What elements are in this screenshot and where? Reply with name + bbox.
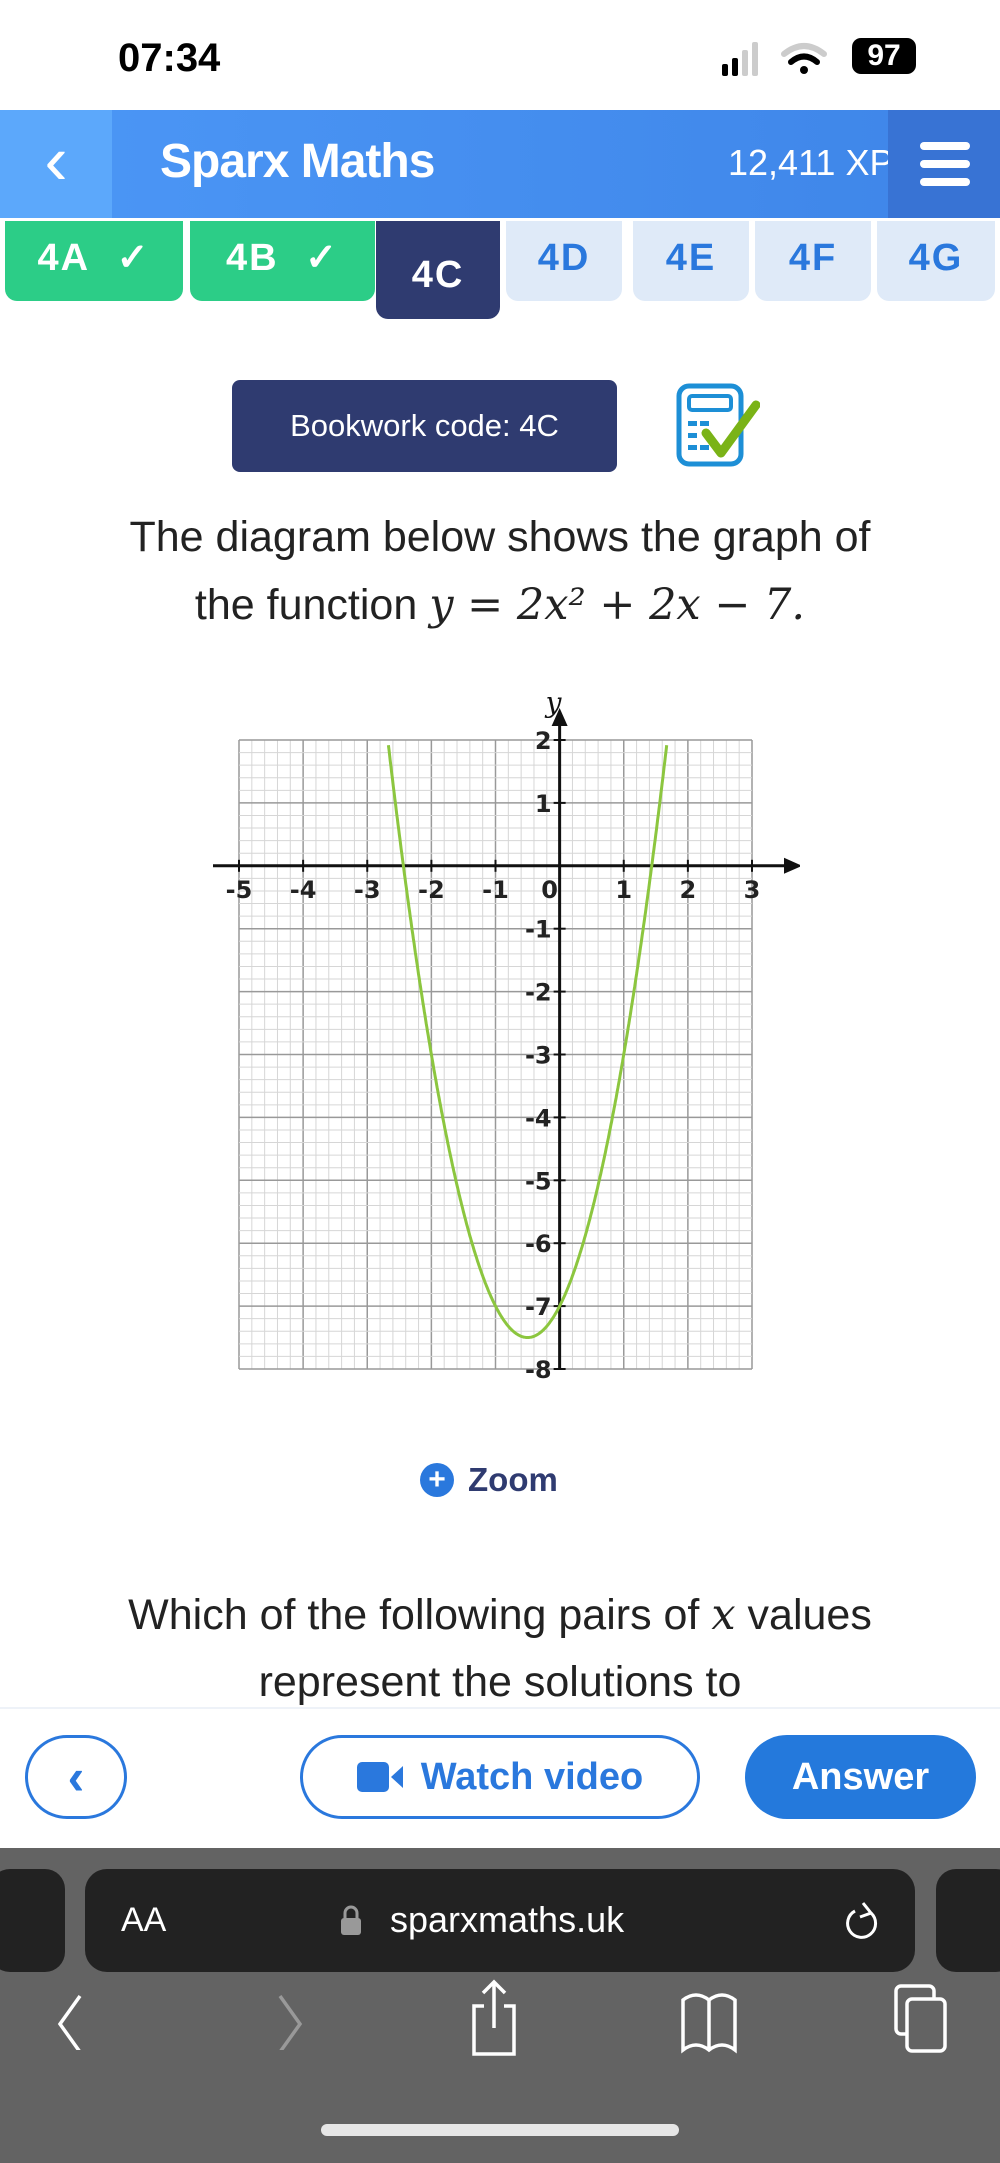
previous-tab-preview[interactable] bbox=[0, 1869, 65, 1972]
tab-4c[interactable]: 4C bbox=[376, 221, 500, 319]
tab-4g[interactable]: 4G bbox=[877, 221, 995, 301]
tab-4b[interactable]: 4B ✓ bbox=[190, 221, 375, 301]
y-tick-label: -4 bbox=[525, 1104, 552, 1132]
reader-settings-button[interactable]: AA bbox=[121, 1901, 166, 1940]
tab-4f[interactable]: 4F bbox=[755, 221, 871, 301]
tab-label: 4E bbox=[665, 237, 717, 279]
question-line-2: the function y = 2x² + 2x − 7. bbox=[0, 580, 1000, 630]
y-tick-label: -7 bbox=[525, 1293, 552, 1321]
question-text: the function bbox=[194, 581, 430, 629]
xp-counter: 12,411 XP bbox=[728, 142, 894, 183]
x-tick-label: -1 bbox=[482, 876, 509, 904]
tab-label: 4B bbox=[226, 237, 279, 279]
menu-button[interactable] bbox=[888, 110, 1000, 218]
calculator-allowed-icon bbox=[676, 383, 760, 467]
y-tick-label: -5 bbox=[525, 1167, 552, 1195]
y-tick-label: -2 bbox=[525, 979, 552, 1007]
zoom-in-icon: + bbox=[420, 1463, 454, 1497]
lock-icon bbox=[341, 1905, 361, 1935]
back-button[interactable]: ‹ bbox=[0, 110, 112, 218]
x-tick-label: 3 bbox=[744, 876, 761, 904]
question-line-1: The diagram below shows the graph of bbox=[129, 513, 871, 561]
watch-video-button[interactable]: Watch video bbox=[300, 1735, 700, 1819]
x-tick-label: -2 bbox=[418, 876, 445, 904]
bookwork-code: Bookwork code: 4C bbox=[232, 380, 617, 472]
x-tick-label: 1 bbox=[615, 876, 632, 904]
variable-x: x bbox=[711, 1590, 736, 1640]
wifi-icon bbox=[781, 43, 827, 74]
signal-icon bbox=[722, 42, 758, 76]
y-tick-label: -3 bbox=[525, 1042, 552, 1070]
check-icon: ✓ bbox=[104, 237, 151, 279]
next-tab-preview[interactable] bbox=[936, 1869, 1000, 1972]
battery-icon: 97 bbox=[852, 38, 916, 74]
question-line-3: Which of the following pairs of x values bbox=[0, 1590, 1000, 1640]
signal-wifi-icons bbox=[722, 42, 827, 76]
y-axis-label: y bbox=[544, 690, 563, 719]
check-icon: ✓ bbox=[292, 237, 339, 279]
question-line-4: represent the solutions to bbox=[258, 1658, 742, 1706]
share-icon[interactable] bbox=[470, 1978, 518, 2058]
y-tick-label: -8 bbox=[525, 1356, 552, 1380]
answer-button[interactable]: Answer bbox=[745, 1735, 976, 1819]
equation: y = 2x² + 2x − 7. bbox=[429, 580, 806, 630]
status-time: 07:34 bbox=[118, 36, 221, 80]
y-tick-label: -6 bbox=[525, 1230, 552, 1258]
zoom-button[interactable]: + Zoom bbox=[420, 1458, 558, 1502]
x-tick-label: -5 bbox=[226, 876, 253, 904]
tab-label: 4A bbox=[37, 237, 91, 279]
divider bbox=[0, 1707, 1000, 1709]
back-icon[interactable] bbox=[52, 1990, 92, 2050]
chevron-left-icon: ‹ bbox=[67, 1749, 85, 1805]
tab-4e[interactable]: 4E bbox=[633, 221, 749, 301]
home-indicator bbox=[321, 2124, 679, 2136]
watch-video-label: Watch video bbox=[420, 1755, 644, 1798]
tab-4d[interactable]: 4D bbox=[506, 221, 622, 301]
x-tick-label: -3 bbox=[354, 876, 381, 904]
tab-4a[interactable]: 4A ✓ bbox=[5, 221, 183, 301]
app-header: ‹ Sparx Maths 12,411 XP bbox=[0, 110, 1000, 218]
function-graph: -5-4-3-2-1012321-1-2-3-4-5-6-7-8xy bbox=[213, 690, 800, 1380]
x-axis-arrow bbox=[784, 857, 800, 874]
forward-icon[interactable] bbox=[272, 1990, 312, 2050]
video-camera-icon bbox=[356, 1762, 403, 1792]
question-text: values bbox=[735, 1591, 872, 1639]
question-text: Which of the following pairs of bbox=[128, 1591, 712, 1639]
y-tick-label: 1 bbox=[535, 790, 552, 818]
tab-label: 4C bbox=[411, 254, 465, 296]
x-tick-label: 2 bbox=[680, 876, 697, 904]
tab-label: 4G bbox=[908, 237, 964, 279]
url-text: sparxmaths.uk bbox=[390, 1899, 625, 1940]
y-tick-label: 2 bbox=[535, 727, 552, 755]
bookmarks-icon[interactable] bbox=[680, 1990, 740, 2056]
zoom-label: Zoom bbox=[468, 1461, 558, 1498]
tab-label: 4F bbox=[788, 237, 838, 279]
tab-label: 4D bbox=[537, 237, 591, 279]
y-tick-label: -1 bbox=[525, 916, 552, 944]
x-tick-label: -4 bbox=[290, 876, 317, 904]
tabs-icon[interactable] bbox=[893, 1983, 949, 2055]
reload-icon[interactable] bbox=[843, 1899, 883, 1945]
previous-button[interactable]: ‹ bbox=[25, 1735, 127, 1819]
address-bar[interactable]: AA sparxmaths.uk bbox=[85, 1869, 915, 1972]
x-tick-label: 0 bbox=[541, 876, 558, 904]
app-title: Sparx Maths bbox=[160, 135, 435, 188]
